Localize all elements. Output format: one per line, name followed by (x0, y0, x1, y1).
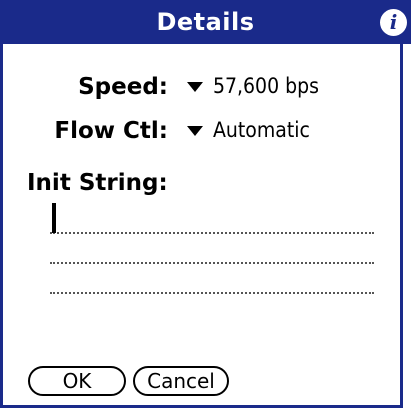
ok-button[interactable]: OK (28, 366, 126, 396)
dropdown-arrow-icon (187, 82, 203, 92)
cancel-button[interactable]: Cancel (133, 366, 229, 396)
flow-control-value: Automatic (213, 118, 310, 142)
init-string-input[interactable] (50, 200, 374, 234)
dialog-title: Details (156, 8, 255, 36)
info-icon[interactable]: i (380, 9, 407, 36)
dropdown-arrow-icon (187, 126, 203, 136)
speed-value: 57,600 bps (213, 74, 319, 98)
flow-control-label: Flow Ctl: (54, 118, 168, 144)
speed-label: Speed: (78, 74, 168, 100)
text-cursor (52, 203, 56, 233)
init-string-line-3[interactable] (50, 260, 374, 294)
init-string-label: Init String: (27, 170, 168, 196)
speed-dropdown[interactable]: 57,600 bps (187, 74, 319, 98)
flow-control-dropdown[interactable]: Automatic (187, 118, 310, 142)
init-string-line-2[interactable] (50, 230, 374, 264)
